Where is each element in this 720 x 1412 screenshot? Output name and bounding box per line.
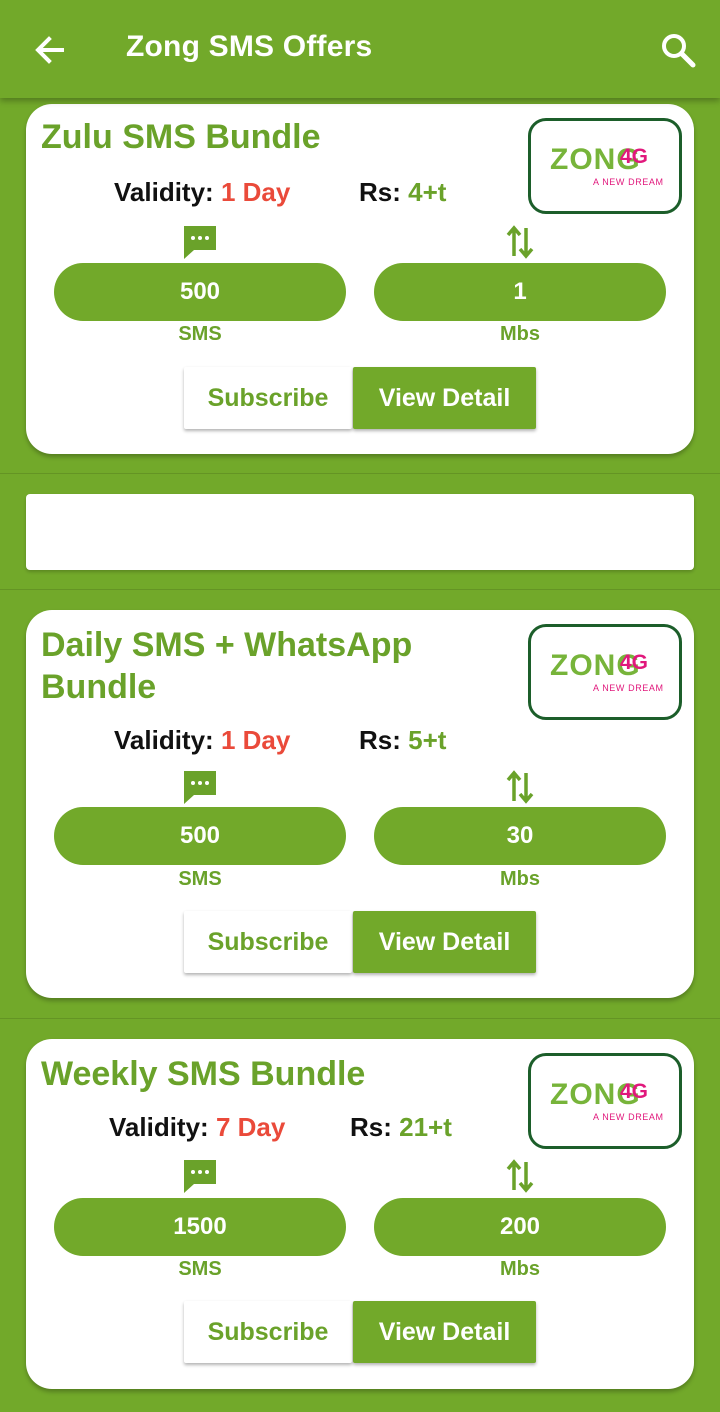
sms-unit: SMS	[178, 323, 222, 345]
validity-row: Validity: 7 Day	[109, 1112, 285, 1143]
price-label: Rs:	[350, 1112, 392, 1142]
zong-logo: ZONG 4G A NEW DREAM	[528, 624, 682, 720]
sms-count: 500	[54, 263, 346, 321]
data-amount: 30	[374, 807, 666, 865]
logo-4g: 4G	[620, 145, 649, 168]
offer-title: Weekly SMS Bundle	[41, 1055, 366, 1093]
page-title: Zong SMS Offers	[126, 30, 373, 63]
view-detail-button[interactable]: View Detail	[353, 911, 536, 973]
sms-count: 1500	[54, 1198, 346, 1256]
offer-title: Zulu SMS Bundle	[41, 118, 321, 156]
price-row: Rs: 5+t	[359, 725, 446, 756]
logo-tagline: A NEW DREAM	[593, 1112, 664, 1122]
price-label: Rs:	[359, 177, 401, 207]
view-detail-button[interactable]: View Detail	[353, 367, 536, 429]
offer-card: Weekly SMS Bundle ZONG 4G A NEW DREAM Va…	[26, 1039, 694, 1389]
price-label: Rs:	[359, 725, 401, 755]
arrow-left-icon[interactable]	[30, 30, 70, 70]
subscribe-button[interactable]: Subscribe	[184, 367, 352, 429]
offer-title: Daily SMS + WhatsApp Bundle	[41, 626, 413, 706]
sms-unit: SMS	[178, 1258, 222, 1280]
validity-value: 1 Day	[220, 177, 291, 207]
validity-label: Validity:	[114, 177, 214, 207]
price-value: 21+t	[399, 1112, 452, 1142]
logo-tagline: A NEW DREAM	[593, 177, 664, 187]
logo-4g: 4G	[620, 651, 649, 674]
ad-banner	[26, 494, 694, 570]
sms-icon	[184, 771, 216, 804]
divider	[0, 589, 720, 590]
view-detail-button[interactable]: View Detail	[353, 1301, 536, 1363]
price-row: Rs: 21+t	[350, 1112, 452, 1143]
divider	[0, 1018, 720, 1019]
subscribe-button[interactable]: Subscribe	[184, 911, 352, 973]
search-icon[interactable]	[658, 30, 698, 70]
subscribe-button[interactable]: Subscribe	[184, 1301, 352, 1363]
offer-card: Daily SMS + WhatsApp Bundle ZONG 4G A NE…	[26, 610, 694, 998]
data-unit: Mbs	[500, 868, 540, 890]
validity-label: Validity:	[109, 1112, 209, 1142]
price-value: 5+t	[408, 725, 447, 755]
validity-row: Validity: 1 Day	[114, 725, 290, 756]
price-row: Rs: 4+t	[359, 177, 446, 208]
validity-row: Validity: 1 Day	[114, 177, 290, 208]
app-bar: Zong SMS Offers	[0, 0, 720, 98]
sms-icon	[184, 226, 216, 259]
data-amount: 200	[374, 1198, 666, 1256]
price-value: 4+t	[408, 177, 447, 207]
divider	[0, 473, 720, 474]
data-transfer-icon	[506, 225, 534, 259]
sms-icon	[184, 1160, 216, 1193]
zong-logo: ZONG 4G A NEW DREAM	[528, 1053, 682, 1149]
sms-unit: SMS	[178, 868, 222, 890]
offer-card: Zulu SMS Bundle ZONG 4G A NEW DREAM Vali…	[26, 104, 694, 454]
data-unit: Mbs	[500, 1258, 540, 1280]
zong-logo: ZONG 4G A NEW DREAM	[528, 118, 682, 214]
data-unit: Mbs	[500, 323, 540, 345]
logo-4g: 4G	[620, 1080, 649, 1103]
validity-value: 1 Day	[220, 725, 291, 755]
data-amount: 1	[374, 263, 666, 321]
validity-label: Validity:	[114, 725, 214, 755]
sms-count: 500	[54, 807, 346, 865]
data-transfer-icon	[506, 770, 534, 804]
validity-value: 7 Day	[215, 1112, 286, 1142]
logo-tagline: A NEW DREAM	[593, 683, 664, 693]
data-transfer-icon	[506, 1159, 534, 1193]
